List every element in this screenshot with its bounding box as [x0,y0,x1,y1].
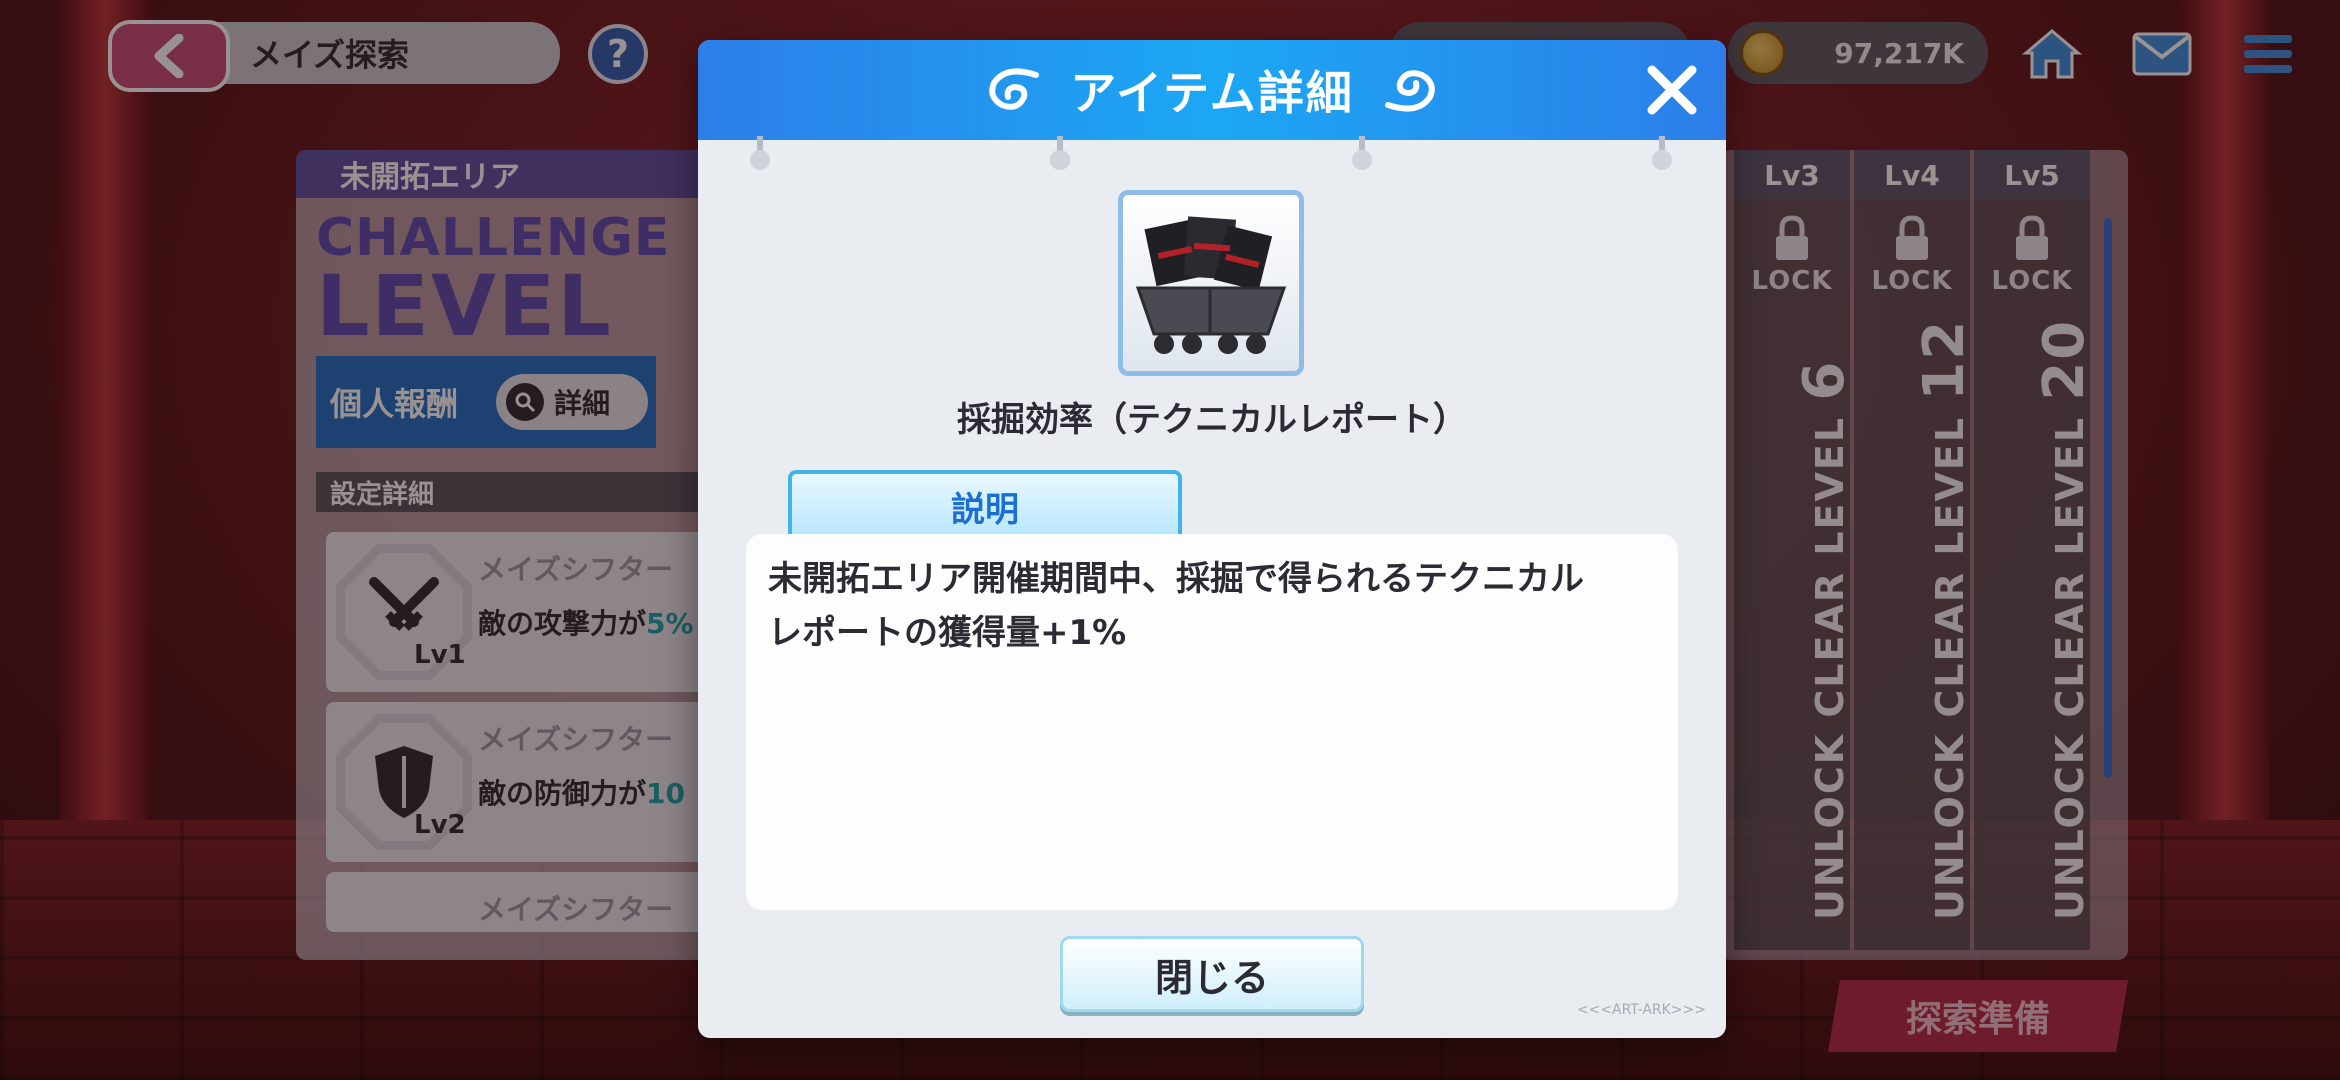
tab-description[interactable]: 説明 [788,470,1182,542]
mine-cart-reports-icon [1135,216,1287,354]
close-button[interactable]: 閉じる [1060,936,1364,1012]
description-line: レポートの獲得量+1% [768,613,1127,653]
item-thumbnail [1118,190,1304,376]
wing-right-icon [1384,70,1435,112]
modal-title: アイテム詳細 [1070,66,1354,120]
watermark: <<<ART-ARK>>> [1576,1002,1706,1018]
binder-ring [1352,136,1372,170]
binder-ring [1050,136,1070,170]
binder-ring [750,136,770,170]
close-icon [1647,65,1697,115]
modal-header: アイテム詳細 [698,40,1726,140]
close-icon-button[interactable] [1640,58,1704,122]
description-line: 未開拓エリア開催期間中、採掘で得られるテクニカル [768,559,1584,599]
item-name: 採掘効率（テクニカルレポート） [957,400,1467,440]
item-detail-modal: アイテム詳細 採掘効率（テクニカルレポート） 説明 未開拓エリア開催期間中、採掘… [698,40,1726,1038]
item-description: 未開拓エリア開催期間中、採掘で得られるテクニカル レポートの獲得量+1% [746,534,1678,910]
wing-left-icon [989,68,1040,110]
binder-rings [698,136,1726,176]
binder-ring [1652,136,1672,170]
